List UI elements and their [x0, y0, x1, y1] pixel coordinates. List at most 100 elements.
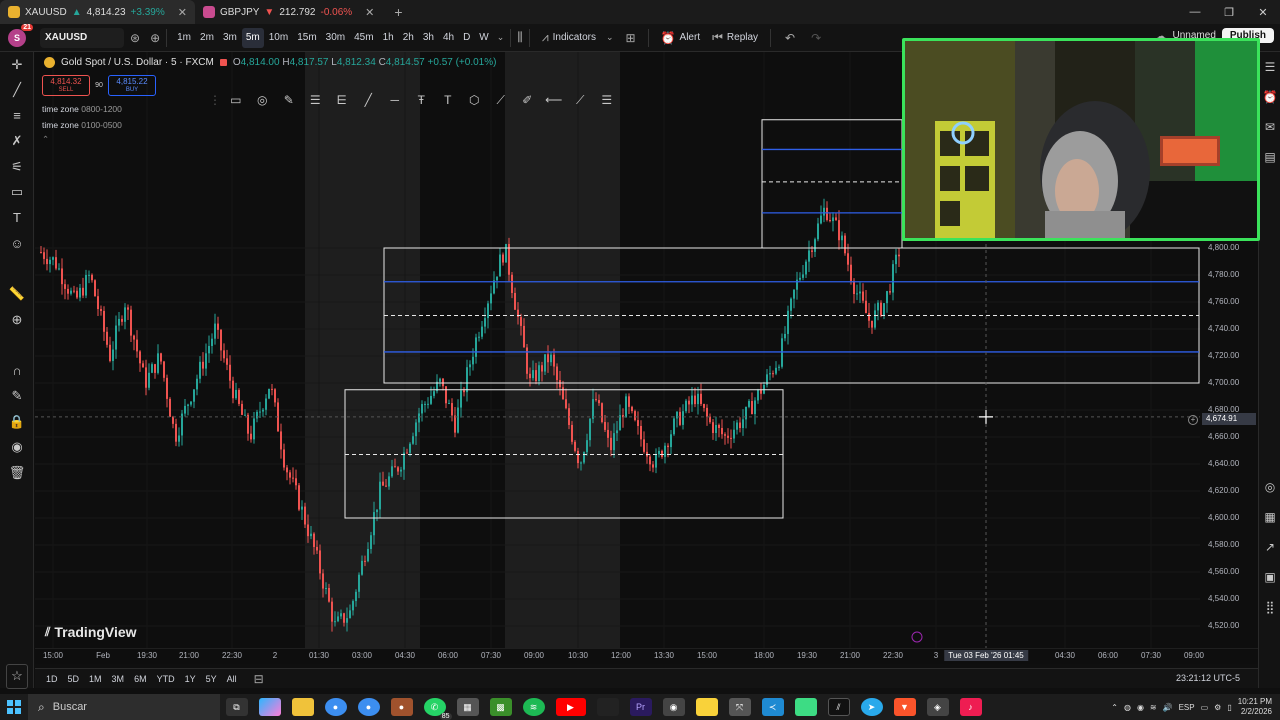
minimize-button[interactable]: —: [1178, 0, 1212, 24]
close-window-button[interactable]: ✕: [1246, 0, 1280, 24]
time-axis[interactable]: 15:00 Feb 19:30 21:00 22:30 2 01:30 03:00 04:30 0…: [35, 648, 1258, 664]
close-icon[interactable]: ✕: [365, 6, 374, 19]
timeframe-3h[interactable]: 3h: [419, 28, 438, 48]
pattern-tool-icon[interactable]: ✗: [0, 129, 34, 155]
display-icon[interactable]: ▭: [1201, 703, 1209, 712]
chrome-active-icon[interactable]: ●: [390, 698, 413, 716]
close-icon[interactable]: ✕: [178, 6, 187, 19]
timeframe-15m[interactable]: 15m: [293, 28, 320, 48]
rectangle-tool-icon[interactable]: ▭: [223, 89, 249, 111]
camera-icon[interactable]: ◉: [662, 698, 685, 716]
volume-icon[interactable]: 🔊: [1163, 703, 1173, 712]
pine-icon[interactable]: ◎: [1259, 472, 1280, 502]
range-ytd[interactable]: YTD: [152, 674, 180, 684]
pencil-lock-icon[interactable]: ✎: [0, 384, 34, 410]
range-6m[interactable]: 6M: [129, 674, 152, 684]
range-3m[interactable]: 3M: [107, 674, 130, 684]
emoji-tool-icon[interactable]: ☺: [0, 231, 34, 257]
redo-icon[interactable]: ↷: [811, 31, 821, 45]
symbol-search-input[interactable]: XAUUSD: [40, 27, 124, 48]
pen-tool-icon[interactable]: ✐: [515, 89, 541, 111]
chrome-profile-icon[interactable]: ●: [357, 698, 380, 716]
alerts-icon[interactable]: ⏰: [1259, 82, 1280, 112]
sticky-notes-icon[interactable]: [695, 698, 718, 716]
forecast-tool-icon[interactable]: ⚟: [0, 154, 34, 180]
timeframe-2m[interactable]: 2m: [196, 28, 218, 48]
circle-tool-icon[interactable]: ◎: [250, 89, 276, 111]
obs-icon[interactable]: [596, 698, 619, 716]
premiere-icon[interactable]: Pr: [629, 698, 652, 716]
network-icon[interactable]: ◍: [1124, 703, 1131, 712]
timeframe-45m[interactable]: 45m: [350, 28, 377, 48]
zoom-in-icon[interactable]: ⊕: [0, 307, 34, 333]
range-1y[interactable]: 1Y: [180, 674, 201, 684]
eye-icon[interactable]: ◉: [0, 435, 34, 461]
timeframe-10m[interactable]: 10m: [265, 28, 292, 48]
trend-line-tool-icon[interactable]: ╱: [0, 78, 34, 104]
task-view-icon[interactable]: ⧉: [225, 698, 248, 716]
buy-button[interactable]: 4,815.22 BUY: [108, 75, 156, 96]
android-icon[interactable]: [794, 698, 817, 716]
path-tool-icon[interactable]: ⟋: [488, 89, 514, 111]
language-indicator[interactable]: ESP: [1179, 703, 1195, 712]
telegram-icon[interactable]: ➤: [860, 698, 883, 716]
parallel-channel-icon[interactable]: ⋿: [329, 89, 355, 111]
file-explorer-icon[interactable]: [291, 698, 314, 716]
fib-retracement-icon[interactable]: ☰: [303, 89, 329, 111]
timezone-display[interactable]: 23:21:12 UTC-5: [1176, 673, 1240, 683]
templates-icon[interactable]: ⊞: [626, 31, 636, 45]
replay-button[interactable]: ⏮ Replay: [706, 30, 764, 45]
chevron-down-icon[interactable]: ⌄: [497, 32, 505, 43]
copilot-icon[interactable]: [258, 698, 281, 716]
timeframe-W[interactable]: W: [475, 28, 492, 48]
ray-tool-icon[interactable]: ╱: [356, 89, 382, 111]
indicator-time-zone-1[interactable]: time zone 0800-1200: [42, 104, 122, 114]
whatsapp-icon[interactable]: ✆ 85: [423, 698, 452, 720]
marker-tool-icon[interactable]: ⟋: [568, 89, 594, 111]
wifi-icon[interactable]: ≋: [1150, 703, 1157, 712]
range-1m[interactable]: 1M: [84, 674, 107, 684]
lock-icon[interactable]: 🔒: [0, 409, 34, 435]
favorites-star-icon[interactable]: ☆: [6, 663, 28, 689]
chevron-up-icon[interactable]: ⌃: [1111, 703, 1118, 712]
brave-icon[interactable]: ▼: [893, 698, 916, 716]
go-to-date-icon[interactable]: ⊟: [254, 672, 264, 686]
alert-button[interactable]: ⏰ Alert: [655, 31, 707, 45]
crosshair-tool-icon[interactable]: ✛: [0, 52, 34, 78]
apps-grid-icon[interactable]: ⣿: [1259, 592, 1280, 622]
settings-icon[interactable]: ⚙: [1214, 703, 1221, 712]
timeframe-3m[interactable]: 3m: [219, 28, 241, 48]
drag-handle-icon[interactable]: ⋮: [208, 89, 222, 111]
fib-tool-icon[interactable]: ≡: [0, 103, 34, 129]
compare-symbol-icon[interactable]: ⊛: [130, 31, 140, 45]
timeframe-2h[interactable]: 2h: [399, 28, 418, 48]
maximize-button[interactable]: ❐: [1212, 0, 1246, 24]
cursor-icon[interactable]: ⤧: [728, 698, 751, 716]
add-alert-icon[interactable]: +: [1188, 415, 1198, 425]
game-icon[interactable]: ◈: [926, 698, 949, 716]
range-5d[interactable]: 5D: [63, 674, 85, 684]
horizontal-line-icon[interactable]: ─: [382, 89, 408, 111]
taskbar-search-input[interactable]: ⌕ Buscar: [28, 694, 220, 720]
minecraft-icon[interactable]: ▩: [489, 698, 512, 716]
screener-icon[interactable]: ↗: [1259, 532, 1280, 562]
bar-style-icon[interactable]: ⫼: [517, 30, 523, 45]
range-1d[interactable]: 1D: [41, 674, 63, 684]
timeframe-4h[interactable]: 4h: [439, 28, 458, 48]
chrome-icon[interactable]: ●: [324, 698, 347, 716]
tradingview-taskbar-icon[interactable]: ⫽: [827, 698, 850, 716]
timeframe-D[interactable]: D: [459, 28, 474, 48]
instrument-title[interactable]: Gold Spot / U.S. Dollar · 5 · FXCM: [61, 57, 214, 68]
new-tab-button[interactable]: +: [394, 4, 402, 20]
add-symbol-icon[interactable]: ⊕: [150, 31, 160, 45]
news-icon[interactable]: ▣: [1259, 562, 1280, 592]
tray-app-icon[interactable]: ◉: [1137, 703, 1144, 712]
range-5y[interactable]: 5Y: [201, 674, 222, 684]
text-tool-icon[interactable]: T: [435, 89, 461, 111]
sell-button[interactable]: 4,814.32 SELL: [42, 75, 90, 96]
ideas-icon[interactable]: ▤: [1259, 142, 1280, 172]
spotify-icon[interactable]: ≋: [522, 698, 545, 716]
clock[interactable]: 10:21 PM 2/2/2026: [1238, 697, 1272, 717]
timeframe-1h[interactable]: 1h: [379, 28, 398, 48]
shape-tool-icon[interactable]: ▭: [0, 180, 34, 206]
